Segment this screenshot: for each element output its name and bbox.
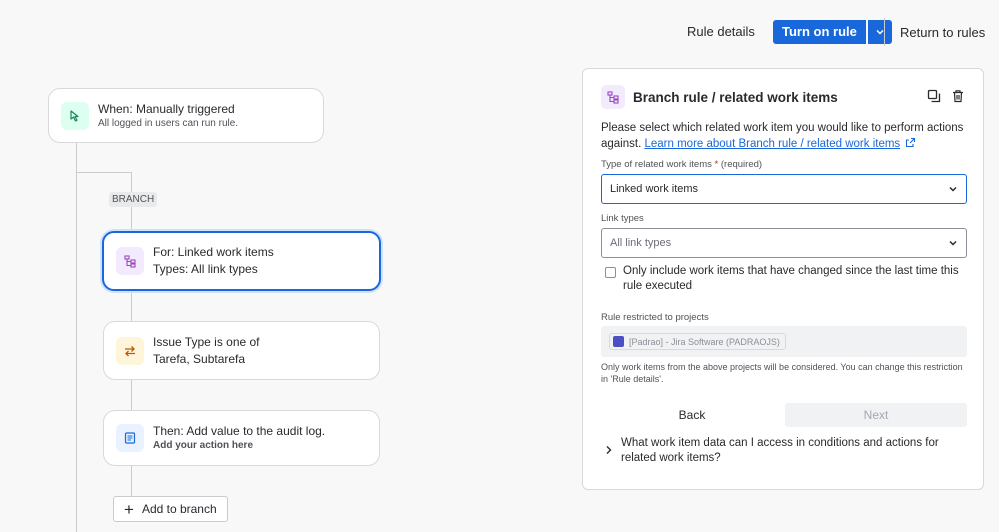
project-avatar (613, 336, 624, 347)
trigger-subtitle: All logged in users can run rule. (98, 117, 239, 129)
project-chip: [Padrao] - Jira Software (PADRAOJS) (609, 333, 786, 350)
type-label: Type of related work items * (required) (601, 159, 763, 170)
branch-tag: BRANCH (109, 192, 158, 207)
chevron-down-icon (949, 240, 957, 246)
document-icon (116, 424, 144, 452)
link-types-label: Link types (601, 213, 644, 224)
faq-text: What work item data can I access in cond… (621, 437, 939, 464)
trigger-node[interactable]: When: Manually triggered All logged in u… (48, 88, 324, 143)
faq-expander[interactable]: What work item data can I access in cond… (601, 436, 971, 466)
panel-actions (927, 89, 965, 108)
branch-node-title: For: Linked work items (153, 245, 274, 259)
branch-node-types: Types: All link types (153, 262, 258, 276)
trash-icon[interactable] (951, 89, 965, 108)
panel-title: Branch rule / related work items (633, 89, 838, 105)
branch-icon (601, 85, 625, 109)
swap-icon (116, 336, 144, 365)
condition-node-title: Issue Type is one of (153, 334, 260, 349)
action-node-title: Then: Add value to the audit log. (153, 424, 326, 438)
plus-icon: + (124, 499, 134, 519)
trigger-title: When: Manually triggered (98, 101, 235, 116)
component-config-panel: Branch rule / related work items Please … (582, 68, 984, 490)
next-button[interactable]: Next (785, 403, 967, 427)
add-to-branch-label: Add to branch (141, 502, 217, 516)
type-select-value: Linked work items (610, 183, 699, 195)
type-select[interactable]: Linked work items (601, 174, 967, 204)
link-types-select[interactable]: All link types (601, 228, 967, 258)
return-to-rules-button[interactable]: Return to rules (900, 25, 985, 40)
link-types-placeholder: All link types (610, 237, 672, 249)
learn-more-link[interactable]: Learn more about Branch rule / related w… (644, 138, 900, 150)
flow-connector-main (76, 143, 77, 532)
turn-on-rule-dropdown-button[interactable] (867, 20, 892, 44)
chevron-right-icon (605, 445, 613, 466)
chevron-down-icon (949, 186, 957, 192)
only-changed-checkbox-row: Only include work items that have change… (605, 264, 967, 294)
turn-on-rule-group: Turn on rule (773, 20, 892, 44)
flow-connector-branch-h (76, 172, 131, 173)
rule-details-button[interactable]: Rule details (687, 24, 755, 39)
turn-on-rule-button[interactable]: Turn on rule (773, 20, 866, 44)
trigger-icon (61, 101, 89, 130)
restricted-projects-field: [Padrao] - Jira Software (PADRAOJS) (601, 326, 967, 357)
back-button[interactable]: Back (601, 403, 783, 427)
action-node[interactable]: Then: Add value to the audit log. Add yo… (103, 410, 380, 466)
add-to-branch-button[interactable]: + Add to branch (113, 496, 228, 522)
condition-node-values: Tarefa, Subtarefa (153, 351, 246, 366)
panel-description: Please select which related work item yo… (601, 120, 967, 152)
panel-header: Branch rule / related work items (601, 85, 838, 109)
topbar-divider (884, 18, 885, 46)
project-chip-label: [Padrao] - Jira Software (PADRAOJS) (629, 336, 780, 347)
only-changed-label: Only include work items that have change… (623, 265, 959, 292)
duplicate-icon[interactable] (927, 89, 941, 108)
restricted-helper-text: Only work items from the above projects … (601, 362, 963, 384)
only-changed-checkbox[interactable] (605, 267, 616, 278)
action-node-subtitle: Add your action here (153, 440, 254, 451)
branch-node[interactable]: For: Linked work items Types: All link t… (102, 231, 381, 291)
branch-icon (116, 247, 144, 275)
condition-node[interactable]: Issue Type is one of Tarefa, Subtarefa (103, 321, 380, 380)
restricted-label: Rule restricted to projects (601, 312, 709, 323)
external-link-icon (906, 137, 916, 148)
